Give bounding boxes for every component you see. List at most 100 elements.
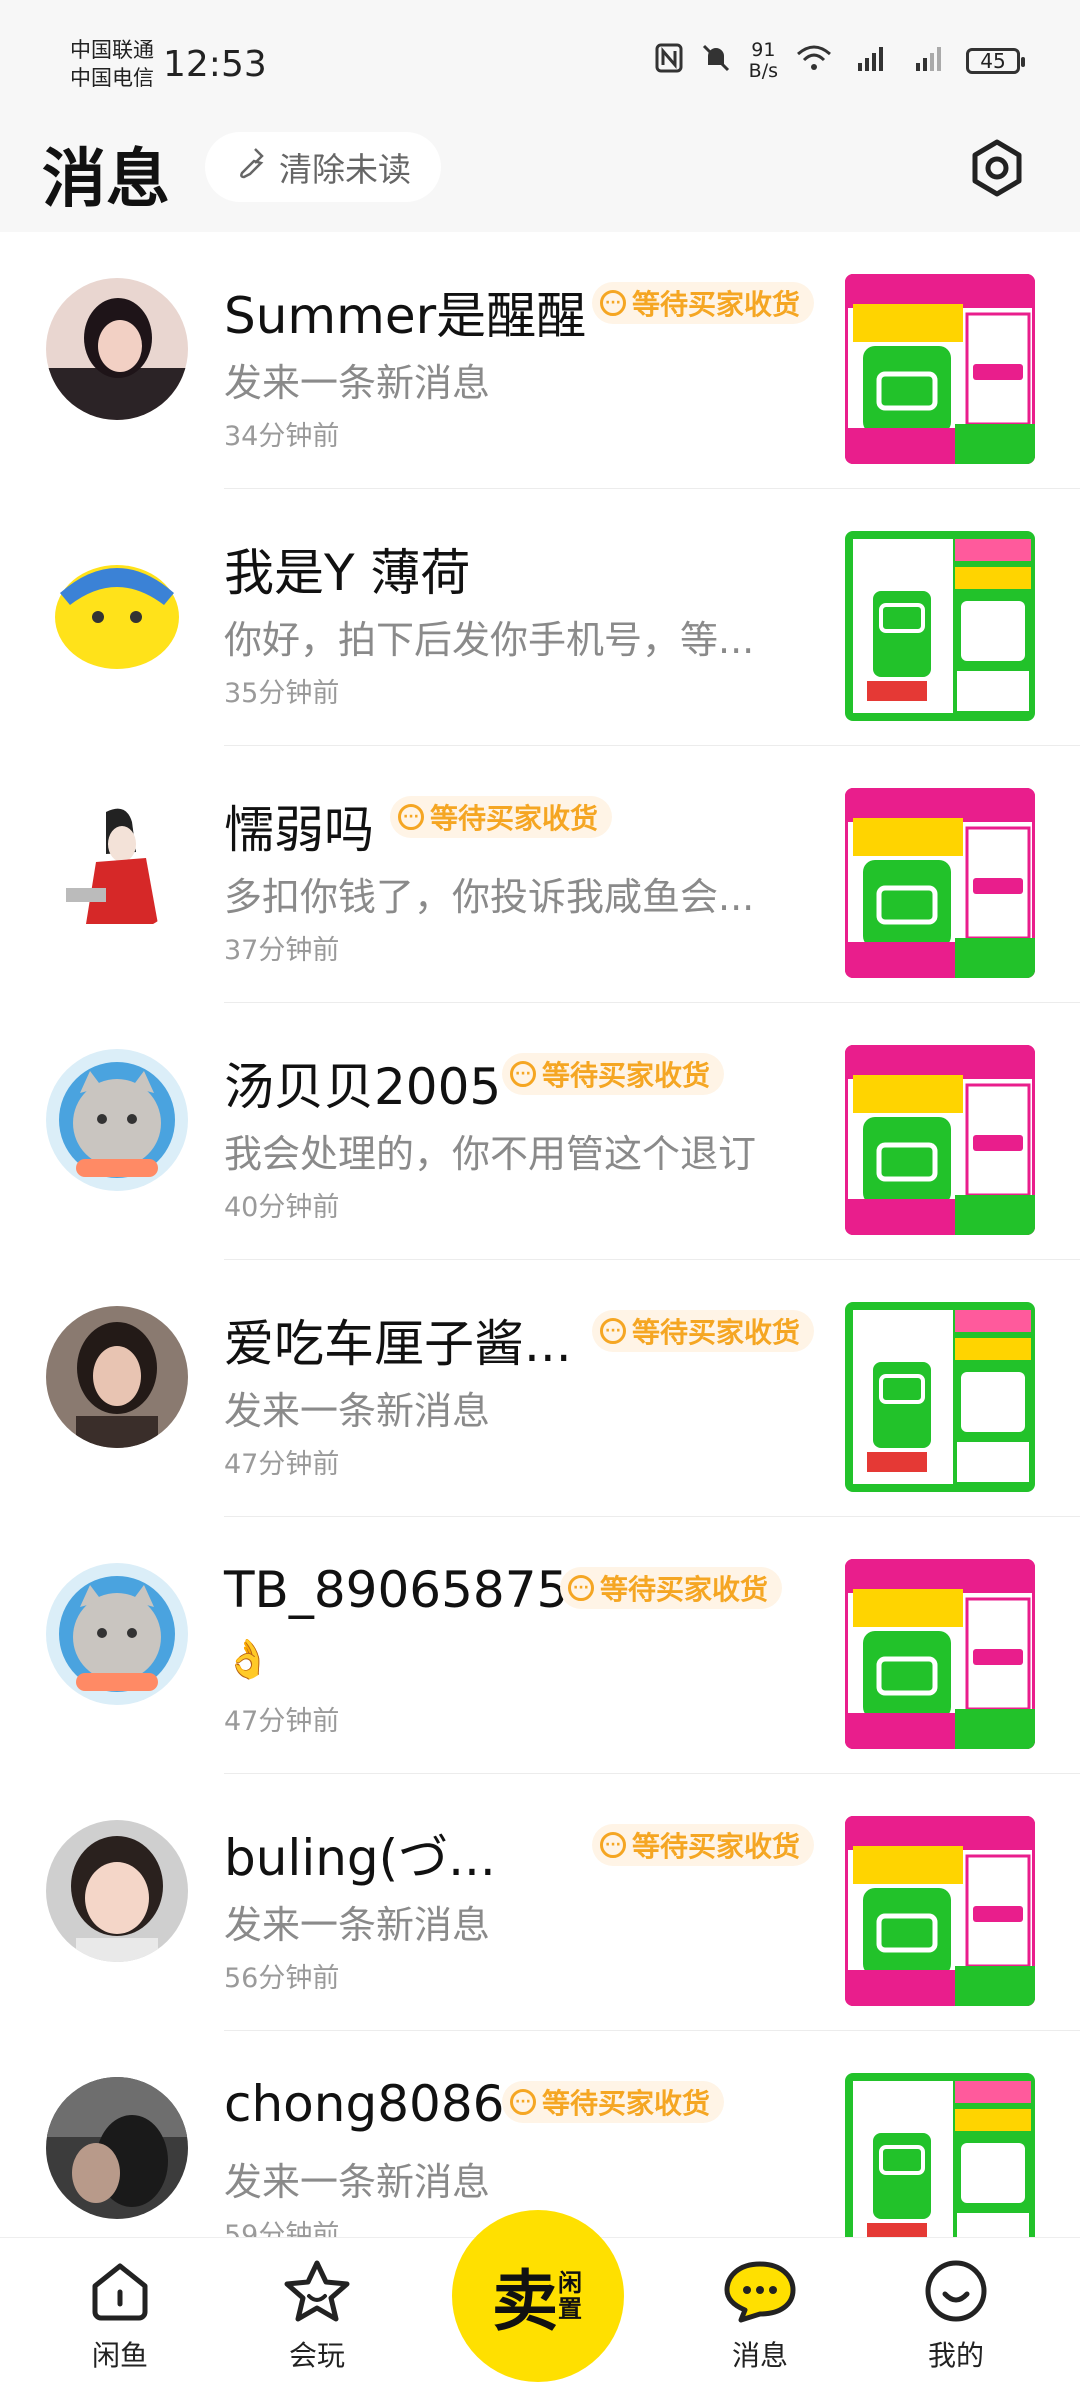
more-dots-icon: ··· — [510, 1061, 536, 1087]
last-message: 你好，拍下后发你手机号，等... — [224, 618, 755, 662]
contact-name: chong8086 — [224, 2075, 505, 2133]
avatar — [46, 1820, 188, 1962]
status-badge: ··· 等待买家收货 — [592, 1824, 815, 1866]
product-thumbnail[interactable] — [845, 531, 1035, 721]
last-message: 发来一条新消息 — [224, 2160, 491, 2204]
more-dots-icon: ··· — [600, 1832, 626, 1858]
product-thumbnail[interactable] — [845, 274, 1035, 464]
carrier-info: 中国联通 中国电信 — [70, 36, 154, 92]
status-bar: 中国联通 中国电信 12:53 91 B/s 45 — [0, 0, 1080, 110]
signal-5g-icon — [908, 43, 948, 80]
status-badge: ··· 等待买家收货 — [592, 1310, 815, 1352]
last-message: 发来一条新消息 — [224, 1903, 491, 1947]
mute-bell-icon — [701, 43, 731, 80]
status-badge: ··· 等待买家收货 — [502, 2081, 725, 2123]
network-speed: 91 B/s — [749, 40, 778, 82]
status-badge-label: 等待买家收货 — [632, 1830, 801, 1863]
tab-play[interactable]: 会玩 — [237, 2258, 397, 2374]
avatar — [46, 2077, 188, 2219]
more-dots-icon: ··· — [398, 804, 424, 830]
product-thumbnail[interactable] — [845, 1302, 1035, 1492]
header: 消息 清除未读 — [0, 110, 1080, 232]
product-thumbnail[interactable] — [845, 788, 1035, 978]
tab-play-label: 会玩 — [288, 2339, 345, 2372]
product-thumbnail[interactable] — [845, 1816, 1035, 2006]
sell-big-label: 卖 — [492, 2263, 558, 2340]
tab-mine-label: 我的 — [927, 2339, 984, 2372]
avatar — [46, 535, 188, 677]
status-badge: ··· 等待买家收货 — [390, 796, 613, 838]
contact-name: buling(づ... — [224, 1829, 496, 1887]
message-time: 37分钟前 — [224, 935, 340, 966]
conversation-item[interactable]: 我是Y 薄荷 你好，拍下后发你手机号，等... 35分钟前 — [0, 489, 1080, 746]
status-badge-label: 等待买家收货 — [632, 1316, 801, 1349]
more-dots-icon: ··· — [568, 1575, 594, 1601]
conversation-item[interactable]: 汤贝贝2005 ··· 等待买家收货 我会处理的，你不用管这个退订 40分钟前 — [0, 1003, 1080, 1260]
contact-name: Summer是醒醒 — [224, 287, 587, 345]
status-badge-label: 等待买家收货 — [430, 802, 599, 835]
last-message: 发来一条新消息 — [224, 361, 491, 405]
tab-mine[interactable]: 我的 — [876, 2258, 1036, 2374]
avatar — [46, 1306, 188, 1448]
status-badge-label: 等待买家收货 — [600, 1573, 769, 1606]
last-message: 👌 — [224, 1637, 272, 1681]
last-message: 发来一条新消息 — [224, 1389, 491, 1433]
avatar — [46, 278, 188, 420]
avatar — [46, 1049, 188, 1191]
clock: 12:53 — [163, 44, 267, 85]
speed-value: 91 — [751, 39, 776, 61]
avatar — [46, 792, 188, 934]
home-icon — [92, 2263, 148, 2321]
product-thumbnail[interactable] — [845, 2073, 1035, 2237]
tab-home[interactable]: 闲鱼 — [40, 2258, 200, 2374]
broom-icon — [235, 146, 269, 188]
more-dots-icon: ··· — [600, 290, 626, 316]
star-face-icon — [284, 2260, 350, 2322]
sell-small-label: 闲置 — [558, 2269, 582, 2323]
carrier-1: 中国联通 — [70, 38, 154, 62]
conversation-item[interactable]: TB_89065875 ··· 等待买家收货 👌 47分钟前 — [0, 1517, 1080, 1774]
status-badge: ··· 等待买家收货 — [502, 1053, 725, 1095]
tab-messages-label: 消息 — [731, 2339, 788, 2372]
conversation-item[interactable]: Summer是醒醒 ··· 等待买家收货 发来一条新消息 34分钟前 — [0, 232, 1080, 489]
message-time: 59分钟前 — [224, 2220, 340, 2237]
signal-4g-icon — [850, 43, 890, 80]
nfc-icon — [655, 43, 683, 80]
status-badge: ··· 等待买家收货 — [592, 282, 815, 324]
status-badge-label: 等待买家收货 — [542, 1059, 711, 1092]
sell-idle-button[interactable]: 卖 闲置 — [452, 2210, 624, 2382]
message-time: 56分钟前 — [224, 1963, 340, 1994]
carrier-2: 中国电信 — [70, 66, 154, 90]
conversation-list[interactable]: Summer是醒醒 ··· 等待买家收货 发来一条新消息 34分钟前 我是Y 薄荷… — [0, 232, 1080, 2237]
message-time: 34分钟前 — [224, 421, 340, 452]
clear-unread-button[interactable]: 清除未读 — [205, 132, 441, 202]
message-time: 35分钟前 — [224, 678, 340, 709]
status-badge-label: 等待买家收货 — [542, 2087, 711, 2120]
contact-name: 懦弱吗 — [224, 801, 374, 859]
contact-name: 爱吃车厘子酱... — [224, 1315, 572, 1373]
conversation-item[interactable]: buling(づ... ··· 等待买家收货 发来一条新消息 56分钟前 — [0, 1774, 1080, 2031]
more-dots-icon: ··· — [510, 2089, 536, 2115]
tab-messages[interactable]: 消息 — [680, 2258, 840, 2374]
tab-home-label: 闲鱼 — [91, 2339, 148, 2372]
contact-name: 我是Y 薄荷 — [224, 544, 471, 602]
conversation-item[interactable]: 懦弱吗 ··· 等待买家收货 多扣你钱了，你投诉我咸鱼会... 37分钟前 — [0, 746, 1080, 1003]
status-badge-label: 等待买家收货 — [632, 288, 801, 321]
wifi-icon — [796, 44, 832, 79]
conversation-item[interactable]: 爱吃车厘子酱... ··· 等待买家收货 发来一条新消息 47分钟前 — [0, 1260, 1080, 1517]
settings-icon — [972, 139, 1022, 197]
message-time: 40分钟前 — [224, 1192, 340, 1223]
speed-unit: B/s — [748, 60, 778, 82]
more-dots-icon: ··· — [600, 1318, 626, 1344]
avatar — [46, 1563, 188, 1705]
product-thumbnail[interactable] — [845, 1045, 1035, 1235]
settings-button[interactable] — [965, 136, 1029, 200]
product-thumbnail[interactable] — [845, 1559, 1035, 1749]
page-title: 消息 — [42, 143, 170, 217]
chat-bubble-icon — [724, 2261, 796, 2323]
status-badge: ··· 等待买家收货 — [560, 1567, 783, 1609]
conversation-item[interactable]: chong8086 ··· 等待买家收货 发来一条新消息 59分钟前 — [0, 2031, 1080, 2237]
message-time: 47分钟前 — [224, 1449, 340, 1480]
clear-unread-label: 清除未读 — [279, 150, 411, 189]
system-icons: 91 B/s 45 — [655, 40, 1025, 82]
